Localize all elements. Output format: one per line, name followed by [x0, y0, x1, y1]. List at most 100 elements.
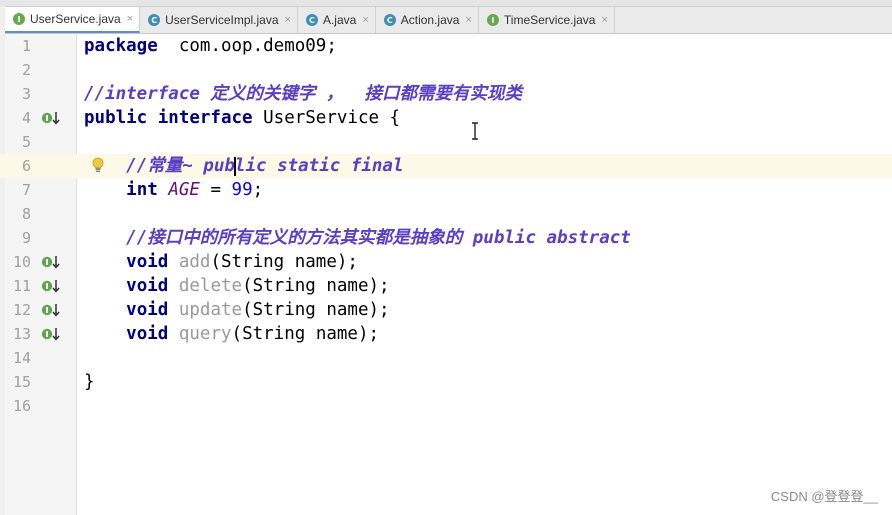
code-text: void update(String name);: [84, 298, 390, 322]
class-file-icon: C: [148, 14, 161, 26]
code-text: void query(String name);: [84, 322, 379, 346]
code-token: }: [84, 372, 95, 392]
code-text: void delete(String name);: [84, 274, 390, 298]
code-line: 8: [0, 202, 892, 226]
tab-label: TimeService.java: [503, 13, 596, 27]
tab-label: UserServiceImpl.java: [165, 13, 279, 27]
code-token: add: [178, 252, 211, 272]
tab-action-java[interactable]: C Action.java ×: [376, 7, 479, 33]
implemented-marker-icon[interactable]: [41, 279, 61, 293]
line-number: 4: [21, 109, 31, 127]
line-number: 8: [21, 205, 31, 223]
editor-tab-bar: I UserService.java × C UserServiceImpl.java ×…: [5, 7, 892, 34]
code-line: 13 void query(String name);: [0, 322, 892, 346]
implemented-marker-icon[interactable]: [41, 255, 61, 269]
code-token: void: [126, 300, 179, 320]
interface-file-icon: I: [13, 13, 25, 25]
code-line: 7 int AGE = 99;: [0, 178, 892, 202]
code-token: void: [126, 252, 179, 272]
code-text: int AGE = 99;: [84, 178, 263, 202]
code-token: void: [126, 276, 179, 296]
code-line: 16: [0, 394, 892, 418]
code-line: 11 void delete(String name);: [0, 274, 892, 298]
tab-userserviceimpl-java[interactable]: C UserServiceImpl.java ×: [140, 7, 298, 33]
code-line: 5: [0, 130, 892, 154]
line-number: 10: [12, 253, 31, 271]
class-file-icon: C: [383, 14, 396, 26]
code-token: AGE: [168, 180, 200, 200]
watermark: CSDN @登登登__: [770, 489, 878, 504]
code-token: int: [126, 180, 169, 200]
code-token: package: [84, 36, 158, 56]
code-line: 6 //常量~ public static final: [0, 154, 892, 178]
code-text: package com.oop.demo09;: [84, 34, 337, 58]
tab-a-java[interactable]: C A.java ×: [298, 7, 376, 33]
line-number: 11: [12, 277, 31, 295]
tab-label: UserService.java: [30, 12, 121, 26]
class-file-icon: C: [305, 14, 318, 26]
line-number: 1: [21, 37, 31, 55]
implemented-marker-icon[interactable]: [41, 303, 61, 317]
code-token: lic static final: [234, 156, 404, 176]
implemented-marker-icon[interactable]: [41, 327, 61, 341]
code-token: (String name);: [231, 324, 380, 344]
code-token: =: [199, 180, 232, 200]
code-line: 1 package com.oop.demo09;: [0, 34, 892, 58]
tab-close-icon[interactable]: ×: [465, 14, 471, 26]
line-number: 13: [12, 325, 31, 343]
code-text: //interface 定义的关键字 ， 接口都需要有实现类: [84, 82, 522, 106]
tab-timeservice-java[interactable]: I TimeService.java ×: [479, 7, 615, 33]
code-line: 9 //接口中的所有定义的方法其实都是抽象的 public abstract: [0, 226, 892, 250]
tab-close-icon[interactable]: ×: [127, 13, 133, 25]
interface-file-icon: I: [486, 14, 499, 26]
code-line: 14: [0, 346, 892, 370]
code-token: ;: [252, 180, 264, 200]
line-number: 9: [21, 229, 31, 247]
code-text: public interface UserService {: [84, 106, 400, 130]
code-token: //常量~ pub: [126, 156, 235, 176]
line-number: 12: [12, 301, 31, 319]
line-number: 16: [12, 397, 31, 415]
code-line: 15}: [0, 370, 892, 394]
code-text: void add(String name);: [84, 250, 358, 274]
code-token: void: [126, 324, 179, 344]
code-token: 99: [231, 180, 253, 200]
code-token: delete: [178, 276, 243, 296]
code-line: 4 public interface UserService {: [0, 106, 892, 130]
line-number: 2: [21, 61, 31, 79]
line-number: 14: [12, 349, 31, 367]
window-top-strip: [0, 0, 892, 7]
code-token: //接口中的所有定义的方法其实都是抽象的 public abstract: [126, 228, 631, 248]
code-line: 12 void update(String name);: [0, 298, 892, 322]
code-text: }: [84, 370, 95, 394]
code-token: //interface 定义的关键字 ， 接口都需要有实现类: [84, 84, 523, 104]
line-number: 5: [21, 133, 31, 151]
code-line: 10 void add(String name);: [0, 250, 892, 274]
code-line: 2: [0, 58, 892, 82]
tab-close-icon[interactable]: ×: [601, 14, 607, 26]
implemented-marker-icon[interactable]: [41, 111, 61, 125]
line-number: 7: [21, 181, 31, 199]
line-number: 3: [21, 85, 31, 103]
code-token: update: [178, 300, 243, 320]
code-token: (String name);: [242, 276, 390, 296]
text-cursor-ibeam-icon: [472, 122, 478, 140]
code-token: public interface: [84, 108, 264, 128]
tab-label: Action.java: [400, 13, 460, 27]
tab-userservice-java[interactable]: I UserService.java ×: [5, 7, 141, 33]
code-token: (String name);: [210, 252, 358, 272]
tab-close-icon[interactable]: ×: [285, 14, 291, 26]
code-text: //接口中的所有定义的方法其实都是抽象的 public abstract: [84, 226, 631, 250]
tab-close-icon[interactable]: ×: [362, 14, 368, 26]
code-text: //常量~ public static final: [84, 154, 404, 178]
code-token: (String name);: [242, 300, 390, 320]
line-number: 6: [21, 157, 31, 175]
code-token: UserService {: [263, 108, 401, 128]
